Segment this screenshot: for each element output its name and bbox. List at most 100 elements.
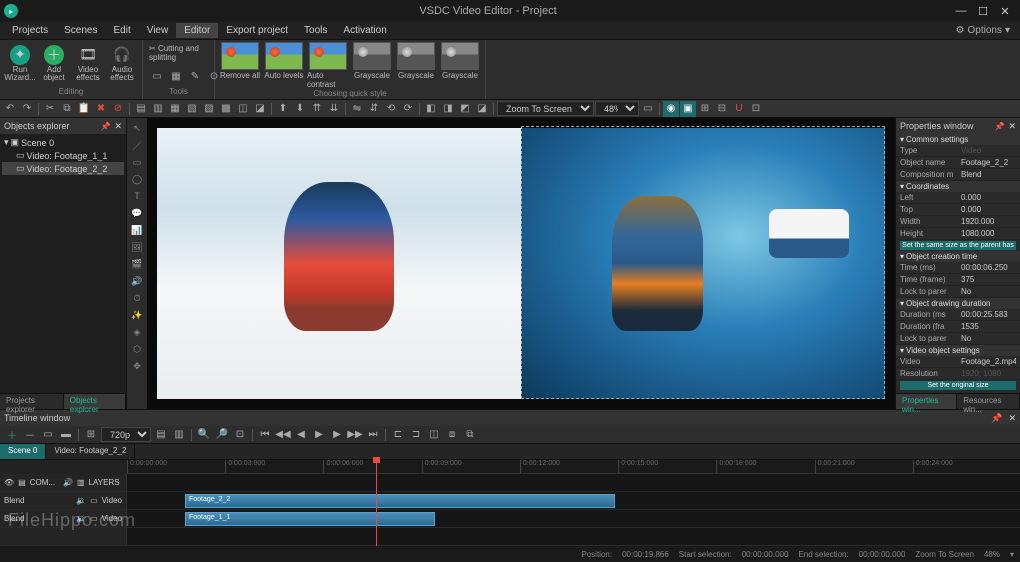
tool-icon[interactable]: ▭ (40, 427, 56, 443)
tool-icon[interactable]: ▣ (680, 101, 696, 117)
zoom-pct-select[interactable]: 48% (595, 101, 639, 116)
close-panel-icon[interactable]: ✕ (1008, 121, 1016, 132)
flip-icon[interactable]: ⇋ (349, 101, 365, 117)
prop-group-video-obj[interactable]: ▾ Video object settings (896, 345, 1020, 356)
order-icon[interactable]: ⇈ (309, 101, 325, 117)
zoom-in-icon[interactable]: 🔍 (196, 427, 212, 443)
audio-effects-button[interactable]: 🎧Audioeffects (106, 42, 138, 84)
tool-icon[interactable]: ◨ (440, 101, 456, 117)
timeline-ruler[interactable]: 0:00:00:000 0:00:03:000 0:00:06:000 0:00… (127, 460, 1020, 474)
style-remove-all[interactable]: Remove all (219, 42, 261, 89)
step-back-icon[interactable]: ◀◀ (275, 427, 291, 443)
speaker-icon[interactable]: 🔊 (63, 478, 73, 487)
flip-icon[interactable]: ⇵ (366, 101, 382, 117)
pin-icon[interactable]: 📌 (991, 413, 1002, 424)
chevron-down-icon[interactable]: ▾ (1010, 550, 1014, 559)
menu-activation[interactable]: Activation (335, 23, 394, 38)
timeline-tab-scene[interactable]: Scene 0 (0, 444, 46, 459)
close-panel-icon[interactable]: ✕ (1008, 413, 1016, 424)
close-button[interactable]: ✕ (994, 2, 1016, 20)
style-grayscale[interactable]: Grayscale (439, 42, 481, 89)
copy-icon[interactable]: ⧉ (59, 101, 75, 117)
tool-icon[interactable]: ▭ (640, 101, 656, 117)
next-frame-icon[interactable]: ▶ (329, 427, 345, 443)
track-header[interactable]: Blend🔉▭Video (0, 510, 127, 527)
add-track-icon[interactable]: ＋ (4, 427, 20, 443)
tab-resources[interactable]: Resources win... (957, 394, 1020, 409)
play-icon[interactable]: ▶ (311, 427, 327, 443)
align-icon[interactable]: ▧ (184, 101, 200, 117)
run-wizard-button[interactable]: ✦RunWizard... (4, 42, 36, 84)
timeline-clip[interactable]: Footage_2_2 (185, 494, 615, 508)
tool-icon[interactable]: ⊞ (83, 427, 99, 443)
text-icon[interactable]: T (129, 188, 145, 204)
order-icon[interactable]: ⇊ (326, 101, 342, 117)
prop-value[interactable]: Blend (961, 170, 1016, 179)
audio-icon[interactable]: 🔊 (129, 273, 145, 289)
ellipse-icon[interactable]: ◯ (129, 171, 145, 187)
align-icon[interactable]: ▨ (201, 101, 217, 117)
add-object-button[interactable]: ＋Addobject (38, 42, 70, 84)
tab-projects-explorer[interactable]: Projects explorer (0, 394, 64, 409)
delete-icon[interactable]: ✖ (93, 101, 109, 117)
zoom-mode-select[interactable]: Zoom To Screen (497, 101, 594, 116)
tool-icon[interactable]: ◪ (474, 101, 490, 117)
tool-icon[interactable]: ⧉ (462, 427, 478, 443)
zoom-out-icon[interactable]: 🔎 (214, 427, 230, 443)
tool-icon[interactable]: ◩ (457, 101, 473, 117)
pin-icon[interactable]: 📌 (100, 122, 110, 131)
counter-icon[interactable]: ⏱ (129, 290, 145, 306)
tool-icon[interactable]: ✎ (187, 68, 203, 84)
rotate-icon[interactable]: ⟳ (400, 101, 416, 117)
order-icon[interactable]: ⬆ (275, 101, 291, 117)
style-auto-contrast[interactable]: Auto contrast (307, 42, 349, 89)
align-icon[interactable]: ◫ (235, 101, 251, 117)
timeline-tab-video[interactable]: Video: Footage_2_2 (46, 444, 135, 459)
options-button[interactable]: ⚙Options▾ (950, 23, 1016, 38)
image-icon[interactable]: 🖼 (129, 239, 145, 255)
tool-icon[interactable]: ▦ (168, 68, 184, 84)
undo-icon[interactable]: ↶ (2, 101, 18, 117)
set-parent-size-button[interactable]: Set the same size as the parent has (900, 241, 1016, 250)
menu-edit[interactable]: Edit (105, 23, 138, 38)
order-icon[interactable]: ⬇ (292, 101, 308, 117)
tool-icon[interactable]: ⧈ (444, 427, 460, 443)
paste-icon[interactable]: 📋 (76, 101, 92, 117)
pointer-icon[interactable]: ↖ (129, 120, 145, 136)
layer-header[interactable]: 👁 ▤ COM... 🔊 ▥ LAYERS (0, 474, 127, 491)
tool-icon[interactable]: ▤ (153, 427, 169, 443)
menu-scenes[interactable]: Scenes (56, 23, 105, 38)
delete2-icon[interactable]: ⊘ (110, 101, 126, 117)
goto-end-icon[interactable]: ⏭ (365, 427, 381, 443)
goto-start-icon[interactable]: ⏮ (257, 427, 273, 443)
tooltip-icon[interactable]: 💬 (129, 205, 145, 221)
menu-tools[interactable]: Tools (296, 23, 335, 38)
menu-editor[interactable]: Editor (176, 23, 218, 38)
tool-icon[interactable]: ◉ (663, 101, 679, 117)
tool-icon[interactable]: ⊞ (697, 101, 713, 117)
speaker-icon[interactable]: 🔉 (76, 496, 86, 505)
style-grayscale[interactable]: Grayscale (395, 42, 437, 89)
align-icon[interactable]: ▤ (133, 101, 149, 117)
minimize-button[interactable]: — (950, 2, 972, 20)
tool-icon[interactable]: ⊟ (714, 101, 730, 117)
pin-icon[interactable]: 📌 (994, 122, 1004, 131)
prop-group-common[interactable]: ▾ Common settings (896, 134, 1020, 145)
redo-icon[interactable]: ↷ (19, 101, 35, 117)
prop-group-coords[interactable]: ▾ Coordinates (896, 181, 1020, 192)
chart-icon[interactable]: 📊 (129, 222, 145, 238)
menu-export[interactable]: Export project (218, 23, 296, 38)
tool-icon[interactable]: ◫ (426, 427, 442, 443)
sprite-icon[interactable]: ◈ (129, 324, 145, 340)
close-panel-icon[interactable]: ✕ (114, 121, 122, 132)
line-icon[interactable]: ／ (129, 137, 145, 153)
speaker-icon[interactable]: 🔉 (76, 514, 86, 523)
tab-properties[interactable]: Properties win... (896, 394, 957, 409)
rect-icon[interactable]: ▭ (129, 154, 145, 170)
track-header[interactable]: Blend🔉▭Video (0, 492, 127, 509)
remove-track-icon[interactable]: － (22, 427, 38, 443)
video-effects-button[interactable]: 🎞Videoeffects (72, 42, 104, 84)
menu-view[interactable]: View (139, 23, 177, 38)
prop-value[interactable]: Footage_2_2 (961, 158, 1016, 167)
align-icon[interactable]: ▩ (218, 101, 234, 117)
